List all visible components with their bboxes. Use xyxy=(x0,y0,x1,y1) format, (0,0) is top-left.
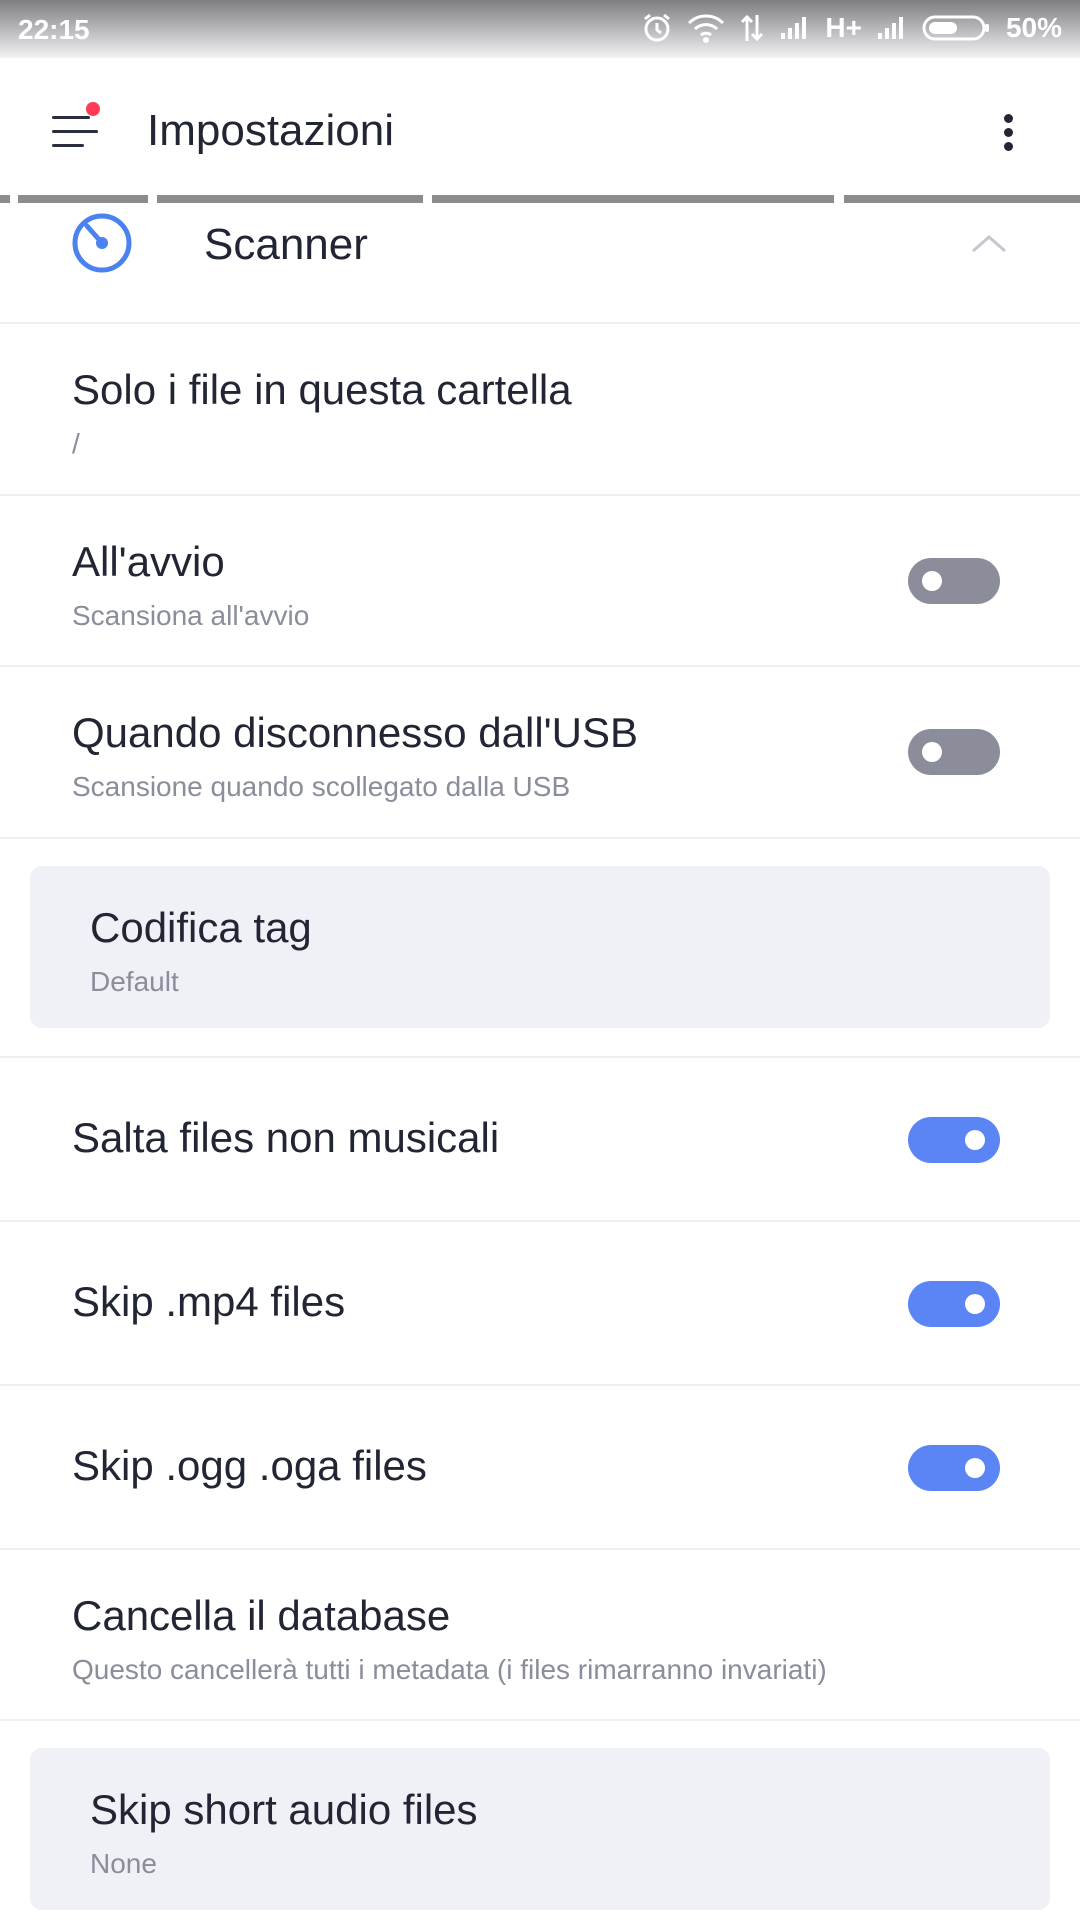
skip-ogg-toggle[interactable] xyxy=(908,1445,1000,1491)
pref-skip-non-music[interactable]: Salta files non musicali xyxy=(0,1058,1080,1222)
network-type: H+ xyxy=(825,12,862,43)
pref-skip-mp4[interactable]: Skip .mp4 files xyxy=(0,1222,1080,1386)
pref-summary: Default xyxy=(90,966,179,997)
pref-summary: / xyxy=(72,428,80,459)
on-usb-toggle[interactable] xyxy=(908,729,1000,775)
status-bar: 22:15 H+ 50% xyxy=(0,0,1080,58)
scroll-indicator xyxy=(0,193,1080,204)
category-label: Scanner xyxy=(204,220,368,269)
pref-title: Cancella il database xyxy=(72,1592,451,1639)
pref-summary: Questo cancellerà tutti i metadata (i fi… xyxy=(72,1654,827,1685)
pref-tag-encoding[interactable]: Codifica tag Default xyxy=(30,866,1050,1028)
skip-mp4-toggle[interactable] xyxy=(908,1281,1000,1327)
pref-title: Skip short audio files xyxy=(90,1786,478,1833)
pref-skip-short-audio[interactable]: Skip short audio files None xyxy=(30,1748,1050,1910)
page-title: Impostazioni xyxy=(147,106,395,155)
pref-on-start[interactable]: All'avvio Scansiona all'avvio xyxy=(0,496,1080,667)
battery-level: 50% xyxy=(1005,12,1062,43)
app-bar: Impostazioni xyxy=(0,58,1080,193)
skip-non-music-toggle[interactable] xyxy=(908,1117,1000,1163)
status-icons: H+ 50% xyxy=(641,12,1062,44)
more-options-button[interactable] xyxy=(990,108,1026,158)
pref-title: Solo i file in questa cartella xyxy=(72,366,572,413)
pref-title: Skip .mp4 files xyxy=(72,1278,346,1325)
pref-title: Salta files non musicali xyxy=(72,1114,500,1161)
pref-on-usb-disconnect[interactable]: Quando disconnesso dall'USB Scansione qu… xyxy=(0,667,1080,839)
pref-skip-ogg[interactable]: Skip .ogg .oga files xyxy=(0,1386,1080,1550)
status-time: 22:15 xyxy=(18,14,90,45)
notification-dot xyxy=(86,102,100,116)
pref-summary: Scansiona all'avvio xyxy=(72,600,310,631)
pref-summary: None xyxy=(90,1848,157,1879)
pref-title: All'avvio xyxy=(72,538,225,585)
pref-title: Skip .ogg .oga files xyxy=(72,1442,427,1489)
signal-icon xyxy=(779,15,811,41)
pref-summary: Scansione quando scollegato dalla USB xyxy=(72,771,571,802)
pref-clear-database[interactable]: Cancella il database Questo cancellerà t… xyxy=(0,1550,1080,1721)
on-start-toggle[interactable] xyxy=(908,558,1000,604)
pref-title: Codifica tag xyxy=(90,904,312,951)
pref-title: Quando disconnesso dall'USB xyxy=(72,709,639,756)
menu-button[interactable] xyxy=(44,102,104,158)
data-transfer-icon xyxy=(739,13,765,43)
category-scanner[interactable]: Scanner xyxy=(0,204,1080,324)
scanner-icon xyxy=(71,212,133,279)
pref-skip-short-wrapper: Skip short audio files None xyxy=(0,1721,1080,1920)
chevron-up-icon[interactable] xyxy=(970,232,1008,259)
pref-folder[interactable]: Solo i file in questa cartella / xyxy=(0,324,1080,496)
more-vert-icon xyxy=(1004,114,1013,123)
pref-tag-encoding-wrapper: Codifica tag Default xyxy=(0,839,1080,1058)
battery-icon xyxy=(922,14,992,42)
signal-icon xyxy=(876,15,908,41)
wifi-icon xyxy=(687,13,725,43)
menu-icon xyxy=(52,116,90,119)
alarm-icon xyxy=(641,12,673,44)
